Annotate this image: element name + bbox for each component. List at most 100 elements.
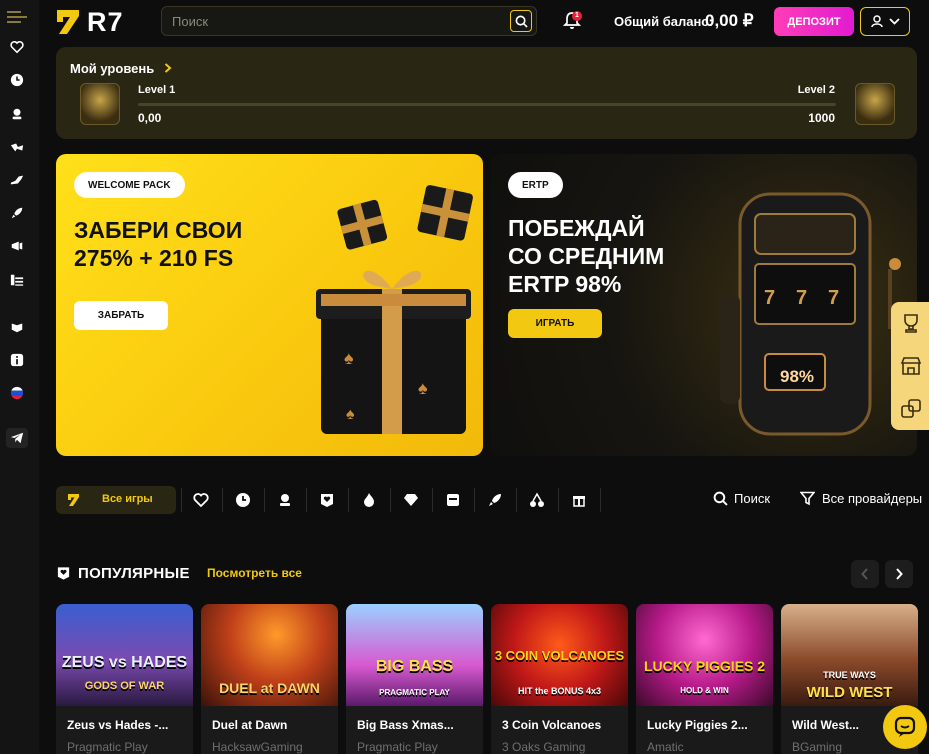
game-art-title: ZEUS vs HADES [61, 654, 188, 671]
svg-text:7: 7 [764, 287, 775, 309]
providers-filter[interactable]: Все провайдеры [800, 491, 922, 506]
banner-title-line1: ЗАБЕРИ СВОИ [74, 217, 243, 243]
app-root: R7 Поиск 1 Общий баланс: 0,00 ₽ ДЕПОЗИТ … [0, 0, 929, 754]
search-bar[interactable]: Поиск [161, 6, 537, 36]
game-art-title: DUEL at DAWN [219, 680, 320, 696]
logo[interactable]: R7 [55, 7, 135, 37]
game-info: Lucky Piggies 2... Amatic [636, 706, 773, 754]
game-card[interactable]: ZEUS vs HADES GODS OF WAR Zeus vs Hades … [56, 604, 193, 754]
language-flag-icon[interactable] [9, 385, 25, 401]
game-card[interactable]: LUCKY PIGGIES 2 HOLD & WIN Lucky Piggies… [636, 604, 773, 754]
game-name: Lucky Piggies 2... [647, 718, 748, 732]
slots-icon[interactable] [445, 492, 461, 508]
game-provider: Pragmatic Play [357, 740, 438, 754]
chevron-down-icon [888, 18, 900, 25]
next-level-value: 1000 [808, 111, 835, 125]
game-provider: BGaming [792, 740, 843, 754]
lottery-icon[interactable] [9, 272, 25, 288]
hot-icon[interactable] [361, 492, 377, 508]
user-menu-button[interactable] [860, 7, 910, 36]
all-games-filter[interactable]: Все игры [56, 486, 176, 514]
welcome-pack-banner[interactable]: WELCOME PACK ЗАБЕРИ СВОИ 275% + 210 FS З… [56, 154, 483, 456]
game-provider: 3 Oaks Gaming [502, 740, 586, 754]
trophy-icon[interactable] [900, 312, 922, 334]
level-2-badge [855, 83, 895, 125]
play-button[interactable]: ИГРАТЬ [508, 309, 602, 338]
shop-icon[interactable] [900, 355, 922, 377]
chat-bubble-icon [894, 716, 916, 737]
favorites-icon[interactable] [9, 39, 25, 55]
game-card[interactable]: BIG BASS PRAGMATIC PLAY Big Bass Xmas...… [346, 604, 483, 754]
dice-icon[interactable] [900, 398, 922, 420]
divider [181, 488, 182, 512]
games-search-button[interactable]: Поиск [713, 491, 770, 506]
popular-icon[interactable] [319, 492, 335, 508]
sports-icon[interactable] [9, 139, 25, 155]
svg-text:♠: ♠ [418, 378, 428, 398]
game-thumbnail[interactable]: BIG BASS PRAGMATIC PLAY [346, 604, 483, 706]
live-casino-icon[interactable] [9, 106, 25, 122]
logo-mark-icon [68, 494, 79, 506]
banner-tag: WELCOME PACK [74, 172, 185, 198]
rocket-icon[interactable] [9, 205, 25, 221]
filter-funnel-icon [800, 491, 815, 506]
ertp-banner[interactable]: ERTP ПОБЕЖДАЙ СО СРЕДНИМ ERTP 98% ИГРАТЬ… [490, 154, 917, 456]
svg-text:7: 7 [796, 287, 807, 309]
chevron-left-icon [861, 568, 868, 580]
game-card[interactable]: DUEL at DAWN Duel at Dawn HacksawGaming [201, 604, 338, 754]
divider [474, 488, 475, 512]
vip-icon[interactable] [9, 319, 25, 335]
game-art-title: WILD WEST [806, 684, 893, 701]
banner-title-line1: ПОБЕЖДАЙ [508, 215, 645, 241]
game-thumbnail[interactable]: ZEUS vs HADES GODS OF WAR [56, 604, 193, 706]
menu-toggle-icon[interactable] [6, 9, 28, 25]
favorites-icon[interactable] [193, 492, 209, 508]
search-icon [713, 491, 728, 506]
crash-games-icon[interactable] [487, 492, 503, 508]
game-thumbnail[interactable]: LUCKY PIGGIES 2 HOLD & WIN [636, 604, 773, 706]
promo-icon[interactable] [9, 172, 25, 188]
game-art-subtitle: HIT the BONUS 4x3 [517, 686, 602, 696]
recent-icon[interactable] [9, 72, 25, 88]
divider [306, 488, 307, 512]
divider [222, 488, 223, 512]
level-panel: Мой уровень Level 1 0,00 Level 2 1000 [56, 47, 917, 139]
divider [516, 488, 517, 512]
current-level-value: 0,00 [138, 111, 162, 125]
logo-mark-icon [57, 10, 79, 34]
level-title-link[interactable]: Мой уровень [70, 61, 172, 76]
game-thumbnail[interactable]: TRUE WAYS WILD WEST [781, 604, 918, 706]
recent-icon[interactable] [235, 492, 251, 508]
telegram-icon[interactable] [6, 428, 28, 448]
game-thumbnail[interactable]: DUEL at DAWN [201, 604, 338, 706]
info-icon[interactable] [9, 352, 25, 368]
claim-button[interactable]: ЗАБРАТЬ [74, 301, 168, 330]
quick-access-panel [891, 302, 929, 430]
game-art-subtitle: TRUE WAYS [823, 670, 876, 680]
support-chat-button[interactable] [883, 705, 927, 749]
game-info: Duel at Dawn HacksawGaming [201, 706, 338, 754]
divider [600, 488, 601, 512]
games-search-label: Поиск [734, 491, 771, 506]
jackpot-icon[interactable] [403, 492, 419, 508]
game-art-title: LUCKY PIGGIES 2 [643, 658, 766, 674]
logo-text: R7 [87, 6, 124, 37]
bonus-buy-icon[interactable] [571, 492, 587, 508]
deposit-button[interactable]: ДЕПОЗИТ [774, 7, 854, 36]
search-button[interactable] [510, 10, 532, 32]
game-provider: Amatic [647, 740, 684, 754]
live-casino-icon[interactable] [277, 492, 293, 508]
section-title: ПОПУЛЯРНЫЕ [78, 565, 190, 582]
search-input[interactable]: Поиск [172, 14, 208, 29]
game-thumbnail[interactable]: 3 COIN VOLCANOES HIT the BONUS 4x3 [491, 604, 628, 706]
game-card[interactable]: 3 COIN VOLCANOES HIT the BONUS 4x3 3 Coi… [491, 604, 628, 754]
divider [432, 488, 433, 512]
carousel-next-button[interactable] [885, 560, 913, 588]
fruit-slots-icon[interactable] [529, 492, 545, 508]
tournaments-icon[interactable] [9, 238, 25, 254]
game-info: 3 Coin Volcanoes 3 Oaks Gaming [491, 706, 628, 754]
user-icon [870, 15, 883, 28]
carousel-prev-button[interactable] [851, 560, 879, 588]
view-all-link[interactable]: Посмотреть все [207, 566, 302, 580]
banner-title: ПОБЕЖДАЙ СО СРЕДНИМ ERTP 98% [508, 214, 664, 298]
